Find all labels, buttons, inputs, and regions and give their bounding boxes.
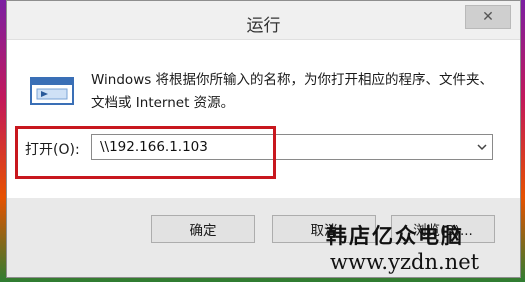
annotation-highlight-box — [15, 126, 276, 179]
chevron-down-icon[interactable] — [476, 141, 488, 153]
ok-button[interactable]: 确定 — [151, 215, 255, 243]
close-button[interactable]: ✕ — [465, 5, 511, 29]
close-icon: ✕ — [482, 9, 494, 25]
title-bar: 运行 ✕ — [7, 1, 520, 40]
watermark-text: 韩店亿众电脑 — [326, 223, 464, 248]
dialog-description: Windows 将根据你所输入的名称，为你打开相应的程序、文件夹、文档或 Int… — [91, 72, 494, 111]
run-icon — [30, 77, 74, 105]
dialog-title: 运行 — [246, 16, 281, 36]
watermark-url: www.yzdn.net — [330, 250, 480, 274]
